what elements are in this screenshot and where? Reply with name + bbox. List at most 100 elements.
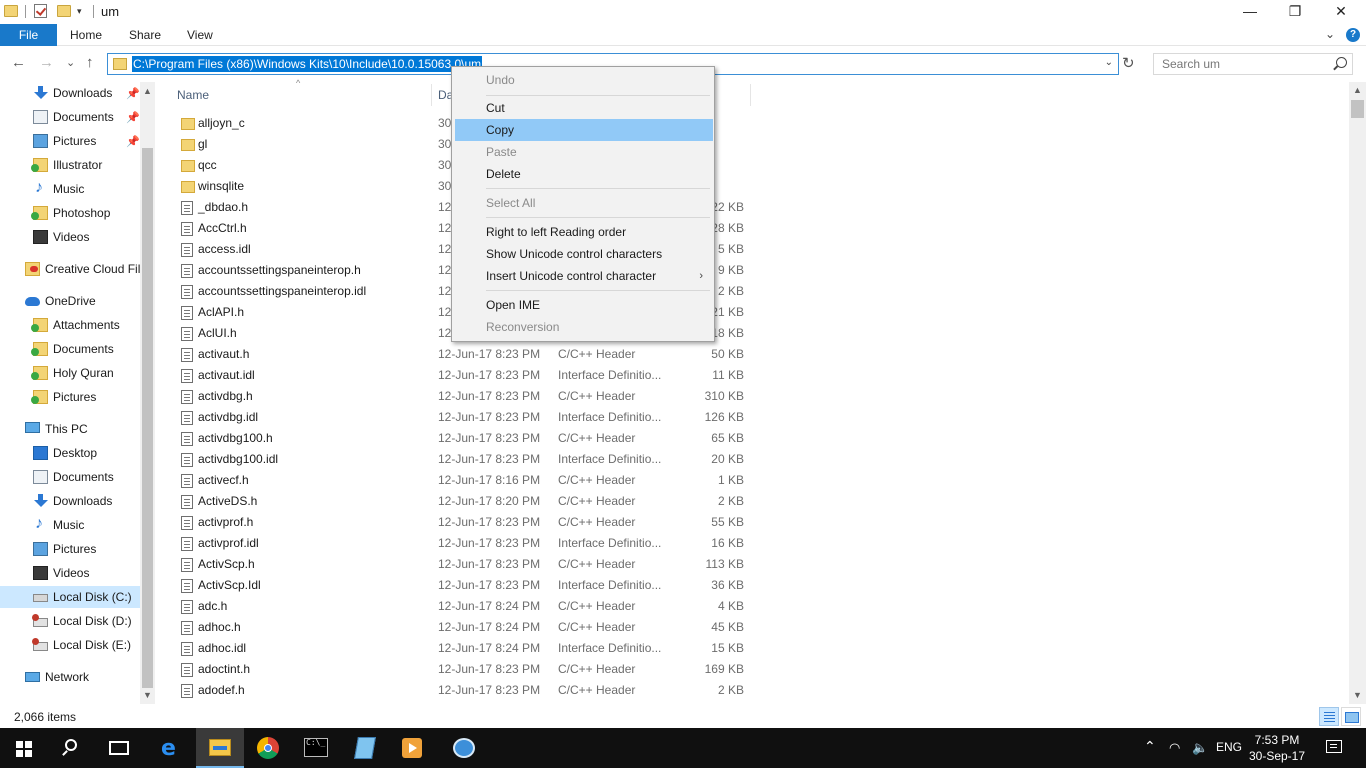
sidebar-item-attachments[interactable]: Attachments [31, 314, 138, 336]
menu-item-copy[interactable]: Copy [455, 119, 713, 141]
recent-locations-button[interactable]: ⌄ [66, 56, 75, 69]
menu-item-insert-unicode[interactable]: Insert Unicode control character › [455, 265, 713, 287]
search-input[interactable] [1160, 56, 1325, 72]
search-box[interactable] [1153, 53, 1353, 75]
taskbar-media-player[interactable] [388, 728, 436, 768]
forward-button[interactable]: → [39, 54, 54, 71]
menu-item-cut[interactable]: Cut [455, 97, 713, 119]
customize-quick-access-icon[interactable]: ▾ [77, 6, 82, 17]
scrollbar-thumb[interactable] [1351, 100, 1364, 118]
action-center-icon[interactable] [1326, 740, 1342, 753]
file-list-scrollbar[interactable]: ▲ ▼ [1349, 82, 1366, 704]
sidebar-item-onedrive[interactable]: OneDrive [25, 290, 138, 312]
scroll-down-icon[interactable]: ▼ [143, 690, 152, 700]
file-row[interactable]: adhoc.idl 12-Jun-17 8:24 PM Interface Defi… [172, 638, 752, 659]
sidebar-item-downloads[interactable]: Downloads [33, 82, 138, 104]
file-row[interactable]: adhoc.h 12-Jun-17 8:24 PM C/C++ Header 45 K… [172, 617, 752, 638]
sidebar-item-local-disk-c[interactable]: Local Disk (C:) [0, 586, 140, 608]
menu-item-paste[interactable]: Paste [455, 141, 713, 163]
taskbar-edge[interactable]: e [148, 728, 196, 768]
menu-item-show-unicode[interactable]: Show Unicode control characters [455, 243, 713, 265]
menu-item-rtl-reading-order[interactable]: Right to left Reading order [455, 221, 713, 243]
file-row[interactable]: ActivScp.Idl 12-Jun-17 8:23 PM Interface D… [172, 575, 752, 596]
sidebar-item-desktop[interactable]: Desktop [33, 442, 138, 464]
close-button[interactable]: ✕ [1318, 0, 1364, 24]
sidebar-item-onedrive-documents[interactable]: Documents [31, 338, 138, 360]
address-text[interactable]: C:\Program Files (x86)\Windows Kits\10\I… [132, 56, 483, 72]
file-row[interactable]: activaut.h 12-Jun-17 8:23 PM C/C++ Header 5… [172, 344, 752, 365]
file-row[interactable]: activecf.h 12-Jun-17 8:16 PM C/C++ Header 1… [172, 470, 752, 491]
maximize-button[interactable]: ❐ [1272, 0, 1318, 24]
chevron-down-icon[interactable]: ⌄ [1105, 57, 1113, 68]
volume-icon[interactable]: 🔈 [1192, 740, 1208, 756]
up-button[interactable]: ↑ [86, 54, 94, 71]
tab-share[interactable]: Share [129, 24, 161, 46]
scroll-up-icon[interactable]: ▲ [1353, 85, 1362, 95]
taskbar-chrome[interactable] [244, 728, 292, 768]
sidebar-item-pc-pictures[interactable]: Pictures [33, 538, 138, 560]
file-row[interactable]: activdbg.idl 12-Jun-17 8:23 PM Interface D… [172, 407, 752, 428]
file-row[interactable]: activdbg.h 12-Jun-17 8:23 PM C/C++ Header 3… [172, 386, 752, 407]
menu-item-reconversion[interactable]: Reconversion [455, 316, 713, 338]
show-hidden-icons-button[interactable]: ⌃ [1144, 738, 1156, 755]
refresh-button[interactable]: ↻ [1122, 54, 1135, 72]
column-divider[interactable] [750, 84, 751, 106]
file-row[interactable]: activdbg100.h 12-Jun-17 8:23 PM C/C++ Head… [172, 428, 752, 449]
sidebar-item-pc-music[interactable]: Music [33, 513, 138, 536]
scrollbar-thumb[interactable] [142, 148, 153, 688]
sidebar-item-pictures[interactable]: Pictures [33, 130, 138, 152]
clock[interactable]: 7:53 PM 30-Sep-17 [1242, 732, 1312, 764]
ribbon-collapse-button[interactable]: ⌄ [1325, 27, 1335, 41]
tab-file[interactable]: File [0, 24, 57, 46]
column-header-name[interactable]: Name [177, 86, 209, 104]
scroll-up-icon[interactable]: ▲ [143, 86, 152, 96]
taskbar-bird-app[interactable] [440, 728, 488, 768]
sidebar-item-pc-videos[interactable]: Videos [33, 562, 138, 584]
start-button[interactable] [0, 728, 48, 768]
taskbar-search-button[interactable] [48, 728, 96, 768]
pin-icon[interactable]: 📌 [126, 111, 140, 124]
sidebar-item-local-disk-e[interactable]: Local Disk (E:) [32, 634, 138, 656]
file-row[interactable]: adoctint.h 12-Jun-17 8:23 PM C/C++ Header 1… [172, 659, 752, 680]
nav-scrollbar[interactable]: ▲ ▼ [140, 82, 155, 704]
sidebar-item-photoshop[interactable]: Photoshop [31, 202, 138, 224]
scroll-down-icon[interactable]: ▼ [1353, 690, 1362, 700]
file-row[interactable]: adodef.h 12-Jun-17 8:23 PM C/C++ Header 2 K… [172, 680, 752, 701]
sidebar-item-creative-cloud[interactable]: Creative Cloud Fil [25, 258, 140, 280]
file-row[interactable]: activaut.idl 12-Jun-17 8:23 PM Interface D… [172, 365, 752, 386]
menu-item-open-ime[interactable]: Open IME [455, 294, 713, 316]
file-row[interactable]: activdbg100.idl 12-Jun-17 8:23 PM Interfac… [172, 449, 752, 470]
menu-item-select-all[interactable]: Select All [455, 192, 713, 214]
taskbar-notepad[interactable] [340, 728, 388, 768]
pin-icon[interactable]: 📌 [126, 87, 140, 100]
back-button[interactable]: ← [11, 54, 26, 71]
taskbar-cmd[interactable]: C:\_ [292, 728, 340, 768]
search-icon[interactable] [1336, 57, 1347, 68]
menu-item-delete[interactable]: Delete [455, 163, 713, 185]
sidebar-item-holy-quran[interactable]: Holy Quran [31, 362, 138, 384]
sidebar-item-network[interactable]: Network [25, 666, 138, 688]
pin-icon[interactable]: 📌 [126, 135, 140, 148]
file-row[interactable]: adc.h 12-Jun-17 8:24 PM C/C++ Header 4 KB [172, 596, 752, 617]
sidebar-item-pc-downloads[interactable]: Downloads [33, 490, 138, 512]
sidebar-item-pc-documents[interactable]: Documents [33, 466, 138, 488]
taskbar-file-explorer[interactable] [196, 728, 244, 768]
new-folder-icon[interactable] [57, 5, 71, 17]
wifi-icon[interactable]: ◠ [1169, 740, 1180, 756]
large-icons-view-button[interactable] [1341, 707, 1361, 726]
tab-home[interactable]: Home [70, 24, 102, 46]
help-icon[interactable]: ? [1346, 28, 1360, 42]
menu-item-undo[interactable]: Undo [455, 69, 713, 91]
tab-view[interactable]: View [187, 24, 213, 46]
properties-icon[interactable] [34, 4, 47, 18]
details-view-button[interactable] [1319, 707, 1339, 726]
minimize-button[interactable]: — [1227, 0, 1273, 24]
file-row[interactable]: activprof.idl 12-Jun-17 8:23 PM Interface … [172, 533, 752, 554]
sidebar-item-local-disk-d[interactable]: Local Disk (D:) [32, 610, 138, 632]
sidebar-item-onedrive-pictures[interactable]: Pictures [31, 386, 138, 408]
column-divider[interactable] [431, 84, 432, 106]
sidebar-item-music[interactable]: Music [33, 177, 138, 200]
sidebar-item-videos[interactable]: Videos [33, 226, 138, 248]
file-row[interactable]: activprof.h 12-Jun-17 8:23 PM C/C++ Header… [172, 512, 752, 533]
sidebar-item-illustrator[interactable]: Illustrator [31, 154, 138, 176]
